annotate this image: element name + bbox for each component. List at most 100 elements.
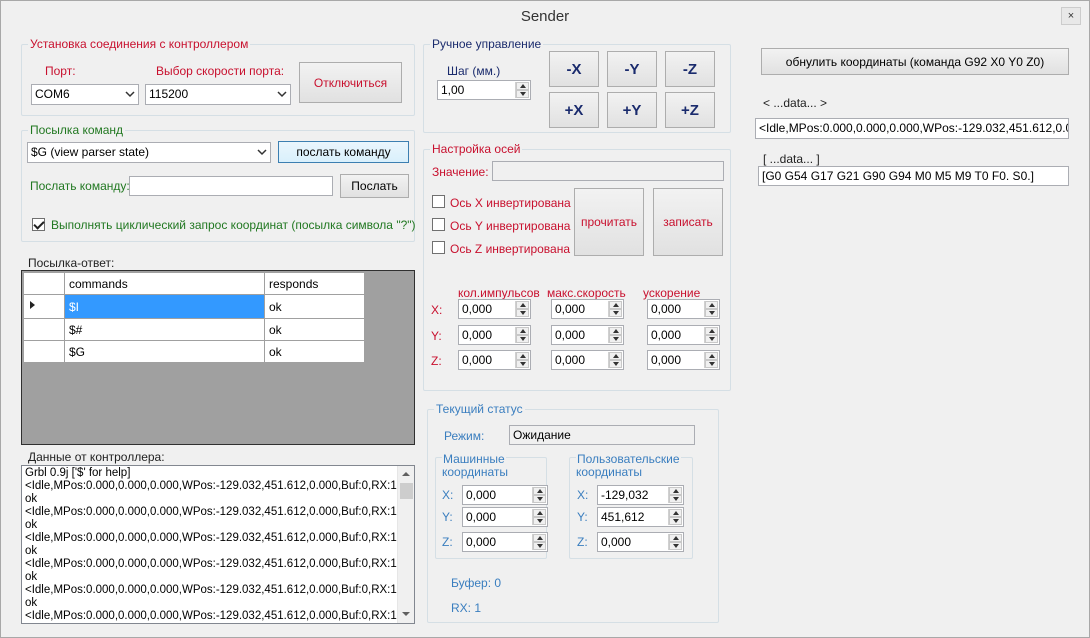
stepper-arrows-icon[interactable]	[515, 327, 529, 343]
log-line: <Idle,MPos:0.000,0.000,0.000,WPos:-129.0…	[25, 480, 404, 492]
column-header-commands[interactable]: commands	[64, 272, 265, 295]
send-preset-button[interactable]: послать команду	[278, 141, 409, 163]
log-line: Grbl 0.9j ['$' for help]	[25, 467, 131, 479]
table-cell-response[interactable]: ok	[264, 294, 365, 319]
y-speed-stepper[interactable]: 0,000	[551, 325, 624, 345]
disconnect-button[interactable]: Отключиться	[299, 62, 402, 103]
speed-select[interactable]: 115200	[145, 84, 291, 105]
jog-y-minus-button[interactable]: -Y	[607, 51, 657, 87]
read-axes-button[interactable]: прочитать	[574, 188, 644, 256]
zero-coordinates-button[interactable]: обнулить координаты (команда G92 X0 Y0 Z…	[761, 48, 1069, 75]
stepper-arrows-icon[interactable]	[704, 352, 718, 368]
write-axes-button[interactable]: записать	[653, 188, 723, 256]
step-stepper[interactable]: 1,00	[437, 80, 531, 100]
x-pulses-value: 0,000	[462, 302, 493, 316]
jog-y-plus-button[interactable]: +Y	[607, 92, 657, 128]
table-row[interactable]: $I ok	[23, 294, 365, 319]
log-scrollbar[interactable]	[397, 466, 414, 623]
status-data-field[interactable]: <Idle,MPos:0.000,0.000,0.000,WPos:-129.0…	[755, 118, 1069, 139]
scroll-up-icon[interactable]	[398, 466, 414, 482]
stepper-arrows-icon[interactable]	[515, 352, 529, 368]
x-accel-value: 0,000	[651, 302, 682, 316]
send-button[interactable]: Послать	[340, 174, 409, 198]
y-pulses-value: 0,000	[462, 328, 493, 342]
table-cell-command[interactable]: $I	[64, 294, 265, 319]
mode-label: Режим:	[444, 429, 485, 443]
step-label: Шаг (мм.)	[447, 64, 501, 78]
stepper-arrows-icon[interactable]	[704, 301, 718, 317]
stepper-arrows-icon[interactable]	[532, 534, 546, 550]
machine-x-stepper[interactable]: 0,000	[462, 485, 548, 505]
scroll-down-icon[interactable]	[398, 607, 414, 623]
log-line: <Idle,MPos:0.000,0.000,0.000,WPos:-129.0…	[25, 584, 404, 596]
user-x-stepper[interactable]: -129,032	[597, 485, 684, 505]
user-z-stepper[interactable]: 0,000	[597, 532, 684, 552]
mode-field: Ожидание	[509, 425, 695, 445]
preset-command-select[interactable]: $G (view parser state)	[27, 142, 271, 163]
stepper-arrows-icon[interactable]	[532, 487, 546, 503]
column-header-responds[interactable]: responds	[264, 272, 365, 295]
close-icon[interactable]: ×	[1061, 7, 1081, 25]
col-pulses-label: кол.импульсов	[458, 286, 540, 300]
stepper-arrows-icon[interactable]	[515, 82, 529, 98]
cyclic-request-checkbox[interactable]	[32, 218, 45, 231]
machine-y-stepper[interactable]: 0,000	[462, 507, 548, 527]
z-accel-stepper[interactable]: 0,000	[647, 350, 720, 370]
col-speed-label: макс.скорость	[547, 286, 626, 300]
x-accel-stepper[interactable]: 0,000	[647, 299, 720, 319]
chevron-down-icon	[125, 91, 135, 98]
user-y-stepper[interactable]: 451,612	[597, 507, 684, 527]
log-line: ok	[25, 519, 38, 531]
jog-x-plus-button[interactable]: +X	[549, 92, 599, 128]
stepper-arrows-icon[interactable]	[704, 327, 718, 343]
jog-z-plus-button[interactable]: +Z	[665, 92, 715, 128]
preset-command-value: $G (view parser state)	[31, 145, 150, 159]
y-accel-stepper[interactable]: 0,000	[647, 325, 720, 345]
table-cell-command[interactable]: $#	[64, 318, 265, 341]
invert-z-checkbox[interactable]	[432, 241, 445, 254]
table-cell-response[interactable]: ok	[264, 318, 365, 341]
stepper-arrows-icon[interactable]	[532, 509, 546, 525]
user-y-value: 451,612	[601, 510, 645, 524]
user-x-value: -129,032	[601, 488, 649, 502]
stepper-arrows-icon[interactable]	[668, 487, 682, 503]
z-speed-stepper[interactable]: 0,000	[551, 350, 624, 370]
jog-z-minus-button[interactable]: -Z	[665, 51, 715, 87]
x-speed-stepper[interactable]: 0,000	[551, 299, 624, 319]
controller-data-log[interactable]: Grbl 0.9j ['$' for help] <Idle,MPos:0.00…	[21, 465, 415, 624]
exchange-title: Посылка-ответ:	[28, 256, 115, 270]
stepper-arrows-icon[interactable]	[668, 509, 682, 525]
exchange-grid[interactable]: commands responds $I ok $# ok $G ok	[21, 270, 415, 445]
manual-control-title: Ручное управление	[430, 37, 544, 51]
send-command-input[interactable]	[129, 176, 333, 196]
machine-coords-title-line2: координаты	[442, 465, 508, 479]
status-group-title: Текущий статус	[434, 402, 525, 416]
machine-x-value: 0,000	[466, 488, 497, 502]
x-pulses-stepper[interactable]: 0,000	[458, 299, 531, 319]
invert-y-checkbox[interactable]	[432, 218, 445, 231]
y-speed-value: 0,000	[555, 328, 586, 342]
scroll-thumb[interactable]	[400, 483, 413, 499]
parser-data-field[interactable]: [G0 G54 G17 G21 G90 G94 M0 M5 M9 T0 F0. …	[758, 166, 1069, 186]
stepper-arrows-icon[interactable]	[515, 301, 529, 317]
table-cell-response[interactable]: ok	[264, 340, 365, 363]
stepper-arrows-icon[interactable]	[608, 352, 622, 368]
table-cell-command[interactable]: $G	[64, 340, 265, 363]
z-pulses-stepper[interactable]: 0,000	[458, 350, 531, 370]
y-pulses-stepper[interactable]: 0,000	[458, 325, 531, 345]
stepper-arrows-icon[interactable]	[608, 327, 622, 343]
row-header	[23, 318, 65, 341]
table-row[interactable]: $# ok	[23, 318, 365, 341]
axes-value-field[interactable]	[492, 161, 724, 181]
stepper-arrows-icon[interactable]	[668, 534, 682, 550]
invert-z-label: Ось Z инвертирована	[450, 242, 570, 256]
invert-x-checkbox[interactable]	[432, 195, 445, 208]
jog-x-minus-button[interactable]: -X	[549, 51, 599, 87]
z-speed-value: 0,000	[555, 353, 586, 367]
stepper-arrows-icon[interactable]	[608, 301, 622, 317]
table-row[interactable]: $G ok	[23, 340, 365, 363]
machine-z-value: 0,000	[466, 535, 497, 549]
machine-z-stepper[interactable]: 0,000	[462, 532, 548, 552]
invert-x-label: Ось X инвертирована	[450, 196, 571, 210]
port-select[interactable]: COM6	[31, 84, 139, 105]
